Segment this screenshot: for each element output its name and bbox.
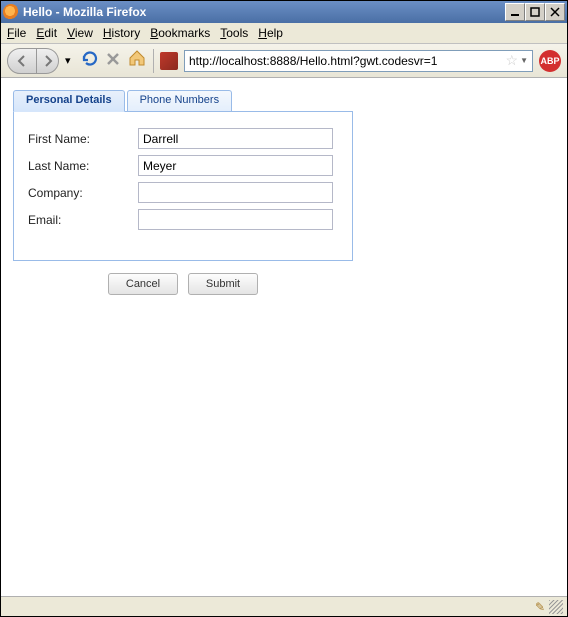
menu-view[interactable]: View (67, 26, 93, 40)
tab-phone-numbers[interactable]: Phone Numbers (127, 90, 233, 112)
page-content: Personal Details Phone Numbers First Nam… (1, 78, 567, 596)
url-bar[interactable]: ☆ ▼ (184, 50, 533, 72)
minimize-button[interactable] (505, 3, 525, 21)
window-titlebar: Hello - Mozilla Firefox (1, 1, 567, 23)
menu-edit[interactable]: Edit (36, 26, 57, 40)
window-title: Hello - Mozilla Firefox (23, 5, 505, 19)
site-identity-icon[interactable] (160, 52, 178, 70)
label-first-name: First Name: (28, 132, 138, 146)
tab-personal-details[interactable]: Personal Details (13, 90, 125, 112)
statusbar: ✎ (1, 596, 567, 616)
cancel-button[interactable]: Cancel (108, 273, 178, 295)
bookmark-star-icon[interactable]: ☆ (506, 52, 519, 69)
adblock-icon[interactable]: ABP (539, 50, 561, 72)
navigation-toolbar: ▾ ☆ ▼ ABP (1, 44, 567, 78)
toolbar-divider (153, 49, 154, 73)
label-last-name: Last Name: (28, 159, 138, 173)
submit-button[interactable]: Submit (188, 273, 258, 295)
label-company: Company: (28, 186, 138, 200)
maximize-button[interactable] (525, 3, 545, 21)
tab-panel: Personal Details Phone Numbers First Nam… (13, 90, 353, 261)
menu-help[interactable]: Help (258, 26, 283, 40)
label-email: Email: (28, 213, 138, 227)
home-button[interactable] (127, 48, 147, 73)
resize-grip[interactable] (549, 600, 563, 614)
input-last-name[interactable] (138, 155, 333, 176)
input-first-name[interactable] (138, 128, 333, 149)
url-dropdown-icon[interactable]: ▼ (520, 56, 528, 65)
menu-bookmarks[interactable]: Bookmarks (150, 26, 210, 40)
menu-history[interactable]: History (103, 26, 140, 40)
close-button[interactable] (545, 3, 565, 21)
forward-button[interactable] (37, 48, 59, 74)
menu-tools[interactable]: Tools (220, 26, 248, 40)
menubar: File Edit View History Bookmarks Tools H… (1, 23, 567, 44)
input-company[interactable] (138, 182, 333, 203)
menu-file[interactable]: File (7, 26, 26, 40)
tab-strip: Personal Details Phone Numbers (13, 90, 353, 112)
nav-dropdown-icon[interactable]: ▾ (65, 54, 75, 67)
tab-body: First Name: Last Name: Company: Email: (13, 111, 353, 261)
reload-button[interactable] (81, 50, 99, 71)
plugin-status-icon[interactable]: ✎ (535, 600, 545, 614)
form-button-row: Cancel Submit (13, 273, 353, 295)
stop-button[interactable] (105, 51, 121, 70)
firefox-icon (3, 4, 19, 20)
input-email[interactable] (138, 209, 333, 230)
back-button[interactable] (7, 48, 37, 74)
url-input[interactable] (189, 54, 506, 68)
